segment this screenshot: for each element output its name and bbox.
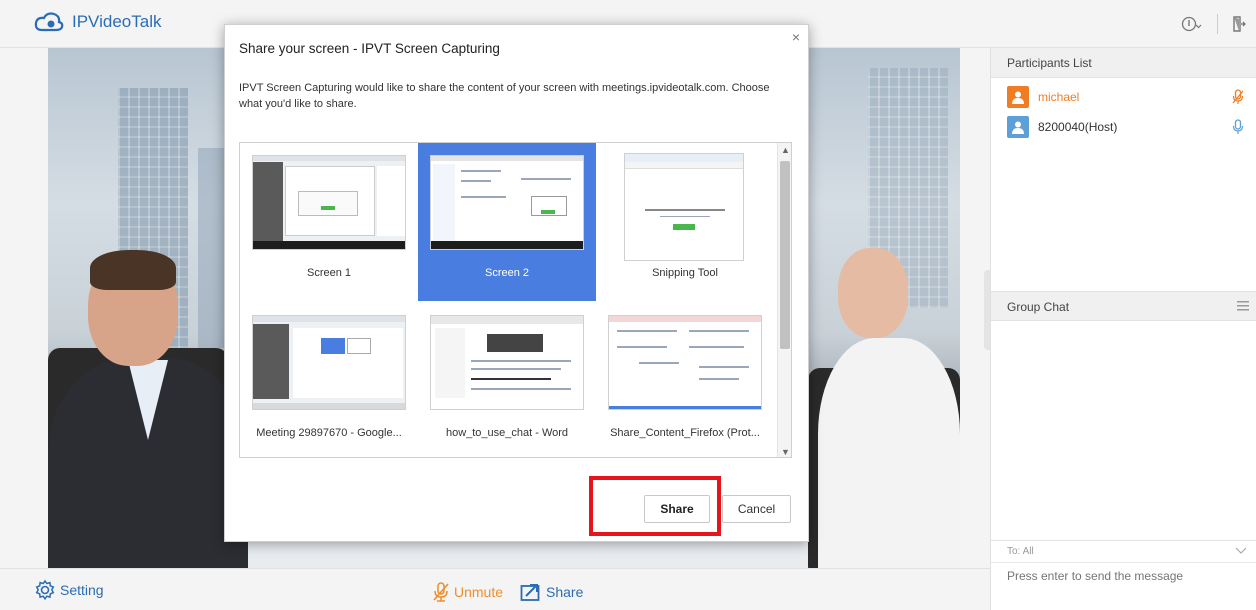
dialog-title: Share your screen - IPVT Screen Capturin… xyxy=(239,41,500,56)
window-thumbnail xyxy=(252,315,406,410)
participant-name: 8200040(Host) xyxy=(1038,120,1118,134)
group-chat-title: Group Chat xyxy=(1007,300,1070,314)
unmute-button[interactable]: Unmute xyxy=(432,582,503,602)
participant-man xyxy=(48,248,248,568)
info-circle-icon[interactable] xyxy=(1181,16,1203,32)
window-thumbnail xyxy=(624,153,744,261)
microphone-muted-icon[interactable] xyxy=(1232,89,1244,105)
user-icon xyxy=(1012,121,1024,134)
microphone-muted-icon xyxy=(433,582,449,602)
source-tile-screen-2[interactable]: Screen 2 xyxy=(418,143,596,301)
source-label: Screen 1 xyxy=(306,267,352,279)
source-scrollbar[interactable]: ▲ ▼ xyxy=(777,143,791,457)
cloud-camera-icon xyxy=(34,12,64,32)
microphone-icon[interactable] xyxy=(1232,119,1244,135)
exit-door-icon[interactable] xyxy=(1232,16,1246,32)
setting-button[interactable]: Setting xyxy=(34,579,104,601)
source-tile-screen-1[interactable]: Screen 1 xyxy=(240,143,418,301)
screen-thumbnail xyxy=(430,155,584,250)
scrollbar-thumb[interactable] xyxy=(780,161,790,349)
source-label: Screen 2 xyxy=(484,267,530,279)
app-title: IPVideoTalk xyxy=(72,12,162,31)
chat-message-input[interactable] xyxy=(991,562,1256,610)
source-tile-snipping-tool[interactable]: Snipping Tool xyxy=(596,143,774,301)
scroll-down-icon[interactable]: ▼ xyxy=(781,447,790,457)
source-label: how_to_use_chat - Word xyxy=(445,427,569,439)
share-screen-button[interactable]: Share xyxy=(520,582,583,602)
participant-item[interactable]: michael xyxy=(991,80,1256,114)
chat-recipient-label: To: All xyxy=(1007,546,1034,557)
source-picker: Screen 1 Screen 2 Snipping Tool Meeting … xyxy=(239,142,792,458)
unmute-label: Unmute xyxy=(454,584,504,600)
participants-header: Participants List xyxy=(991,48,1256,78)
dialog-description: IPVT Screen Capturing would like to shar… xyxy=(239,82,770,110)
user-icon xyxy=(1012,91,1024,104)
share-label: Share xyxy=(546,584,584,600)
window-thumbnail xyxy=(430,315,584,410)
gear-icon xyxy=(35,579,55,601)
avatar xyxy=(1007,86,1029,108)
menu-icon[interactable] xyxy=(1237,300,1249,312)
participant-name: michael xyxy=(1038,90,1080,104)
source-label: Meeting 29897670 - Google... xyxy=(256,427,402,439)
source-tile-word-window[interactable]: how_to_use_chat - Word xyxy=(418,303,596,457)
participant-woman xyxy=(818,238,960,568)
divider xyxy=(1217,14,1218,34)
source-label: Snipping Tool xyxy=(652,267,718,279)
share-screen-dialog: Share your screen - IPVT Screen Capturin… xyxy=(224,24,809,542)
source-tile-meeting-window[interactable]: Meeting 29897670 - Google... xyxy=(240,303,418,457)
participant-item[interactable]: 8200040(Host) xyxy=(991,110,1256,144)
setting-label: Setting xyxy=(60,582,104,598)
source-label: Share_Content_Firefox (Prot... xyxy=(610,427,760,439)
app-logo: IPVideoTalk xyxy=(34,12,161,32)
right-panel: Participants List michael 8200040(Host) … xyxy=(990,48,1256,610)
chevron-down-icon[interactable] xyxy=(1235,546,1247,556)
share-highlight-box xyxy=(589,476,721,536)
share-arrow-icon xyxy=(520,584,540,601)
group-chat-header: Group Chat xyxy=(991,291,1256,321)
source-tile-firefox-window[interactable]: Share_Content_Firefox (Prot... xyxy=(596,303,774,457)
scroll-up-icon[interactable]: ▲ xyxy=(781,145,790,155)
close-icon[interactable]: × xyxy=(792,29,800,45)
cancel-button[interactable]: Cancel xyxy=(722,495,791,523)
avatar xyxy=(1007,116,1029,138)
chat-recipient-select[interactable]: To: All xyxy=(991,540,1256,562)
window-thumbnail xyxy=(608,315,762,410)
bottom-toolbar: Setting Unmute Share xyxy=(0,568,990,610)
screen-thumbnail xyxy=(252,155,406,250)
